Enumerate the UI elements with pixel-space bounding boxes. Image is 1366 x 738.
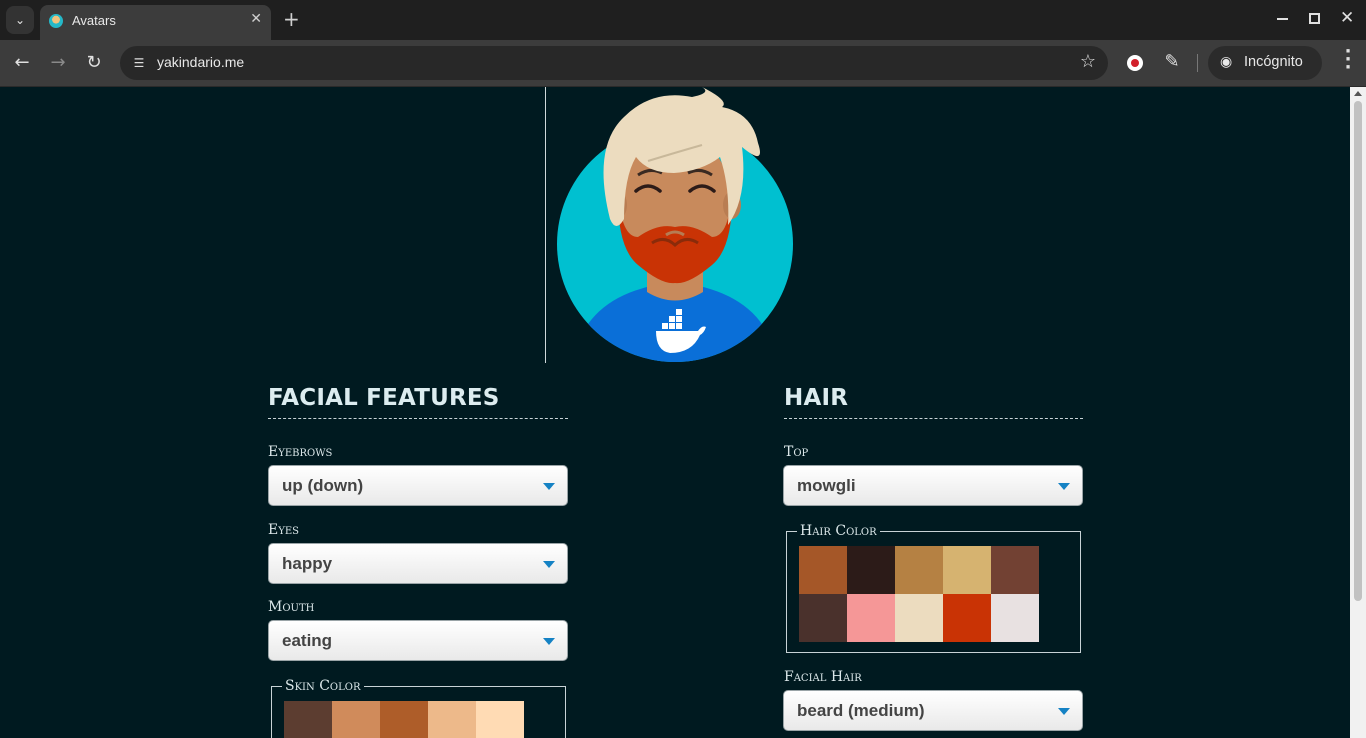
hair-title: HAIR xyxy=(784,385,849,411)
mouth-label: Mouth xyxy=(268,599,315,615)
address-bar[interactable]: ☰ yakindario.me ☆ xyxy=(120,46,1108,80)
url-text[interactable]: yakindario.me xyxy=(157,54,244,70)
eyebrows-value: up (down) xyxy=(282,476,364,495)
scrollbar-thumb[interactable] xyxy=(1354,101,1362,601)
facial-hair-select[interactable]: beard (medium) xyxy=(783,690,1083,731)
color-swatch[interactable] xyxy=(991,594,1039,642)
scroll-up-icon[interactable] xyxy=(1354,91,1362,96)
incognito-icon: ◉ xyxy=(1220,54,1233,70)
kebab-menu-icon[interactable]: · · · xyxy=(1338,43,1358,77)
back-icon[interactable]: ← xyxy=(9,50,35,76)
color-swatch[interactable] xyxy=(799,546,847,594)
incognito-label: Incógnito xyxy=(1244,54,1303,70)
eyebrows-label: Eyebrows xyxy=(268,444,333,460)
top-select[interactable]: mowgli xyxy=(783,465,1083,506)
top-value: mowgli xyxy=(797,476,856,495)
color-swatch[interactable] xyxy=(895,546,943,594)
eyes-select[interactable]: happy xyxy=(268,543,568,584)
color-swatch[interactable] xyxy=(476,701,524,738)
record-extension-icon[interactable] xyxy=(1127,55,1143,71)
eyebrows-select[interactable]: up (down) xyxy=(268,465,568,506)
skin-color-legend: Skin Color xyxy=(282,678,364,694)
avatar-preview xyxy=(557,87,793,362)
close-icon[interactable]: ✕ xyxy=(250,11,262,27)
facial-features-rule xyxy=(268,418,568,419)
color-swatch[interactable] xyxy=(943,546,991,594)
color-swatch[interactable] xyxy=(380,701,428,738)
skin-color-group: Skin Color xyxy=(271,678,566,738)
star-icon[interactable]: ☆ xyxy=(1080,51,1096,72)
page-content: FACIAL FEATURES Eyebrows up (down) Eyes … xyxy=(0,87,1350,738)
forward-icon[interactable]: → xyxy=(45,50,71,76)
chevron-down-icon xyxy=(1058,708,1070,715)
color-swatch[interactable] xyxy=(895,594,943,642)
color-swatch[interactable] xyxy=(284,701,332,738)
minimize-icon[interactable] xyxy=(1277,18,1288,20)
toolbar-divider xyxy=(1197,54,1198,72)
incognito-button[interactable]: ◉ Incógnito xyxy=(1208,46,1322,80)
color-swatch[interactable] xyxy=(332,701,380,738)
scrollbar[interactable] xyxy=(1350,87,1366,738)
hair-color-group: Hair Color xyxy=(786,523,1081,653)
hair-color-legend: Hair Color xyxy=(797,523,880,539)
reload-icon[interactable]: ↻ xyxy=(81,50,107,76)
color-swatch[interactable] xyxy=(799,594,847,642)
chevron-down-icon xyxy=(543,483,555,490)
tab-title: Avatars xyxy=(72,13,116,28)
color-swatch[interactable] xyxy=(847,546,895,594)
plus-icon[interactable]: + xyxy=(283,8,300,30)
window-close-icon[interactable]: ✕ xyxy=(1340,8,1354,28)
color-swatch[interactable] xyxy=(847,594,895,642)
facial-hair-value: beard (medium) xyxy=(797,701,925,720)
chevron-down-icon xyxy=(1058,483,1070,490)
facial-features-title: FACIAL FEATURES xyxy=(268,385,500,411)
color-swatch[interactable] xyxy=(428,701,476,738)
tab-avatars[interactable]: Avatars ✕ xyxy=(40,5,271,40)
restore-icon[interactable] xyxy=(1309,13,1320,24)
eyes-value: happy xyxy=(282,554,333,573)
mouth-select[interactable]: eating xyxy=(268,620,568,661)
title-bar: ⌄ Avatars ✕ + ✕ xyxy=(0,0,1366,40)
chevron-down-icon xyxy=(543,561,555,568)
facial-hair-label: Facial Hair xyxy=(784,669,862,685)
chevron-down-icon xyxy=(543,638,555,645)
eyes-label: Eyes xyxy=(268,522,299,538)
color-swatch[interactable] xyxy=(991,546,1039,594)
tab-search-icon[interactable]: ⌄ xyxy=(6,6,34,34)
color-swatch[interactable] xyxy=(943,594,991,642)
puzzle-icon[interactable]: ✎ xyxy=(1161,51,1183,73)
site-info-icon[interactable]: ☰ xyxy=(128,52,150,74)
favicon-icon xyxy=(49,14,63,28)
top-label: Top xyxy=(784,444,809,460)
vertical-divider xyxy=(545,87,546,363)
mouth-value: eating xyxy=(282,631,333,650)
hair-rule xyxy=(784,418,1083,419)
